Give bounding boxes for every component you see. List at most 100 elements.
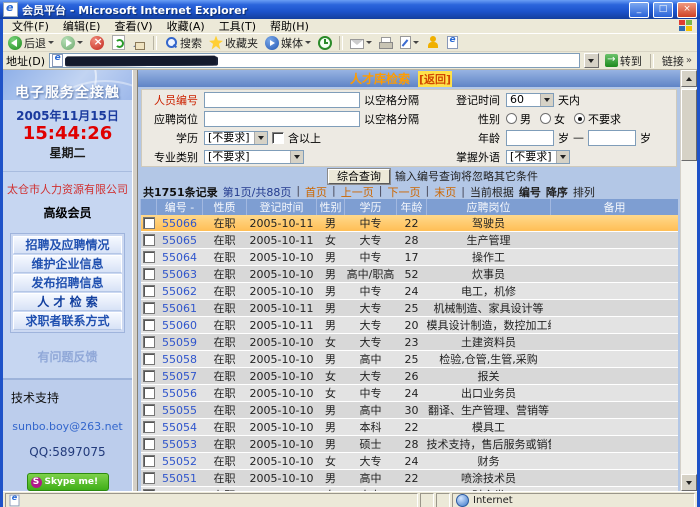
- go-button[interactable]: → 转到: [603, 53, 644, 69]
- age-from-input[interactable]: [506, 130, 554, 146]
- sidebar-item[interactable]: 维护企业信息: [13, 255, 122, 273]
- row-checkbox[interactable]: [143, 489, 155, 491]
- maximize-button[interactable]: □: [653, 2, 673, 18]
- sort-field-link[interactable]: 编号: [519, 184, 541, 200]
- menu-item[interactable]: 帮助(H): [263, 20, 316, 33]
- page-link[interactable]: 首页: [305, 184, 327, 200]
- home-button[interactable]: [130, 35, 148, 51]
- column-header[interactable]: 性别: [317, 199, 345, 215]
- major-select[interactable]: [不要求]: [204, 150, 304, 164]
- person-id-input[interactable]: [204, 92, 360, 108]
- scroll-up-arrow[interactable]: [681, 70, 697, 87]
- position-input[interactable]: [204, 111, 360, 127]
- edit-button[interactable]: [398, 35, 421, 51]
- row-checkbox[interactable]: [143, 234, 155, 246]
- row-checkbox[interactable]: [143, 404, 155, 416]
- gender-radio[interactable]: [506, 113, 517, 124]
- column-header[interactable]: 编号 -: [157, 199, 203, 215]
- page-link[interactable]: 末页: [434, 184, 456, 200]
- person-id-link[interactable]: 55063: [162, 268, 197, 281]
- row-checkbox[interactable]: [143, 353, 155, 365]
- menu-item[interactable]: 编辑(E): [56, 20, 108, 33]
- column-header[interactable]: 年龄: [397, 199, 427, 215]
- scroll-track[interactable]: [681, 87, 697, 474]
- person-id-link[interactable]: 55053: [162, 438, 197, 451]
- row-checkbox[interactable]: [143, 217, 155, 229]
- include-above-checkbox[interactable]: [272, 132, 284, 144]
- column-header[interactable]: 学历: [345, 199, 397, 215]
- messenger-button[interactable]: [424, 35, 442, 51]
- row-checkbox[interactable]: [143, 421, 155, 433]
- person-id-link[interactable]: 55057: [162, 370, 197, 383]
- menu-item[interactable]: 文件(F): [5, 20, 56, 33]
- row-checkbox[interactable]: [143, 336, 155, 348]
- person-id-link[interactable]: 55058: [162, 353, 197, 366]
- person-id-link[interactable]: 55055: [162, 404, 197, 417]
- person-id-link[interactable]: 55056: [162, 387, 197, 400]
- person-id-link[interactable]: 55054: [162, 421, 197, 434]
- page-link[interactable]: 上一页: [341, 184, 374, 200]
- person-id-link[interactable]: 55052: [162, 455, 197, 468]
- row-checkbox[interactable]: [143, 438, 155, 450]
- person-id-link[interactable]: 55061: [162, 302, 197, 315]
- skype-button[interactable]: S Skype me!: [27, 473, 109, 491]
- row-checkbox[interactable]: [143, 455, 155, 467]
- query-button[interactable]: 综合查询: [328, 169, 390, 184]
- column-header[interactable]: 性质: [203, 199, 247, 215]
- menu-item[interactable]: 收藏(A): [160, 20, 212, 33]
- person-id-link[interactable]: 55050: [162, 489, 197, 492]
- close-button[interactable]: ×: [677, 2, 697, 18]
- row-checkbox[interactable]: [143, 285, 155, 297]
- media-button[interactable]: 媒体: [263, 35, 313, 51]
- scroll-thumb[interactable]: [681, 89, 697, 161]
- address-input[interactable]: [49, 53, 580, 68]
- reg-time-select[interactable]: 60: [506, 93, 554, 107]
- links-button[interactable]: 链接 »: [660, 53, 694, 69]
- sidebar-item[interactable]: 发布招聘信息: [13, 274, 122, 292]
- doc-button[interactable]: [445, 35, 460, 51]
- support-email-link[interactable]: sunbo.boy@263.net: [3, 420, 132, 433]
- gender-radio[interactable]: [540, 113, 551, 124]
- page-link[interactable]: 下一页: [387, 184, 420, 200]
- refresh-button[interactable]: [109, 35, 127, 51]
- row-checkbox[interactable]: [143, 472, 155, 484]
- person-id-link[interactable]: 55066: [162, 217, 197, 230]
- person-id-link[interactable]: 55060: [162, 319, 197, 332]
- row-checkbox[interactable]: [143, 370, 155, 382]
- address-dropdown-button[interactable]: [584, 53, 599, 68]
- person-id-link[interactable]: 55062: [162, 285, 197, 298]
- row-checkbox[interactable]: [143, 268, 155, 280]
- column-header[interactable]: 备用: [551, 199, 679, 215]
- row-checkbox[interactable]: [143, 251, 155, 263]
- age-to-input[interactable]: [588, 130, 636, 146]
- forward-button[interactable]: [59, 35, 85, 51]
- menu-item[interactable]: 工具(T): [212, 20, 263, 33]
- menu-item[interactable]: 查看(V): [107, 20, 159, 33]
- person-id-link[interactable]: 55065: [162, 234, 197, 247]
- row-checkbox[interactable]: [143, 387, 155, 399]
- person-id-link[interactable]: 55059: [162, 336, 197, 349]
- language-select[interactable]: [不要求]: [506, 150, 570, 164]
- person-id-link[interactable]: 55064: [162, 251, 197, 264]
- sort-order-link[interactable]: 降序: [546, 184, 568, 200]
- feedback-link[interactable]: 有问题反馈: [3, 348, 132, 365]
- sidebar-item[interactable]: 人 才 检 索: [13, 293, 122, 311]
- history-button[interactable]: [316, 35, 334, 51]
- back-link[interactable]: [返回]: [418, 71, 452, 87]
- scroll-down-arrow[interactable]: [681, 474, 697, 491]
- row-checkbox[interactable]: [143, 302, 155, 314]
- person-id-link[interactable]: 55051: [162, 472, 197, 485]
- favorites-button[interactable]: 收藏夹: [207, 35, 260, 51]
- column-header[interactable]: 登记时间: [247, 199, 317, 215]
- print-button[interactable]: [377, 35, 395, 51]
- minimize-button[interactable]: _: [629, 2, 649, 18]
- vertical-scrollbar[interactable]: [680, 70, 697, 491]
- column-header[interactable]: 应聘岗位: [427, 199, 551, 215]
- sidebar-item[interactable]: 求职者联系方式: [13, 312, 122, 330]
- mail-button[interactable]: [348, 35, 374, 51]
- search-button[interactable]: 搜索: [162, 35, 204, 51]
- row-checkbox[interactable]: [143, 319, 155, 331]
- back-button[interactable]: 后退: [6, 35, 56, 51]
- sidebar-item[interactable]: 招聘及应聘情况: [13, 236, 122, 254]
- education-select[interactable]: [不要求]: [204, 131, 268, 145]
